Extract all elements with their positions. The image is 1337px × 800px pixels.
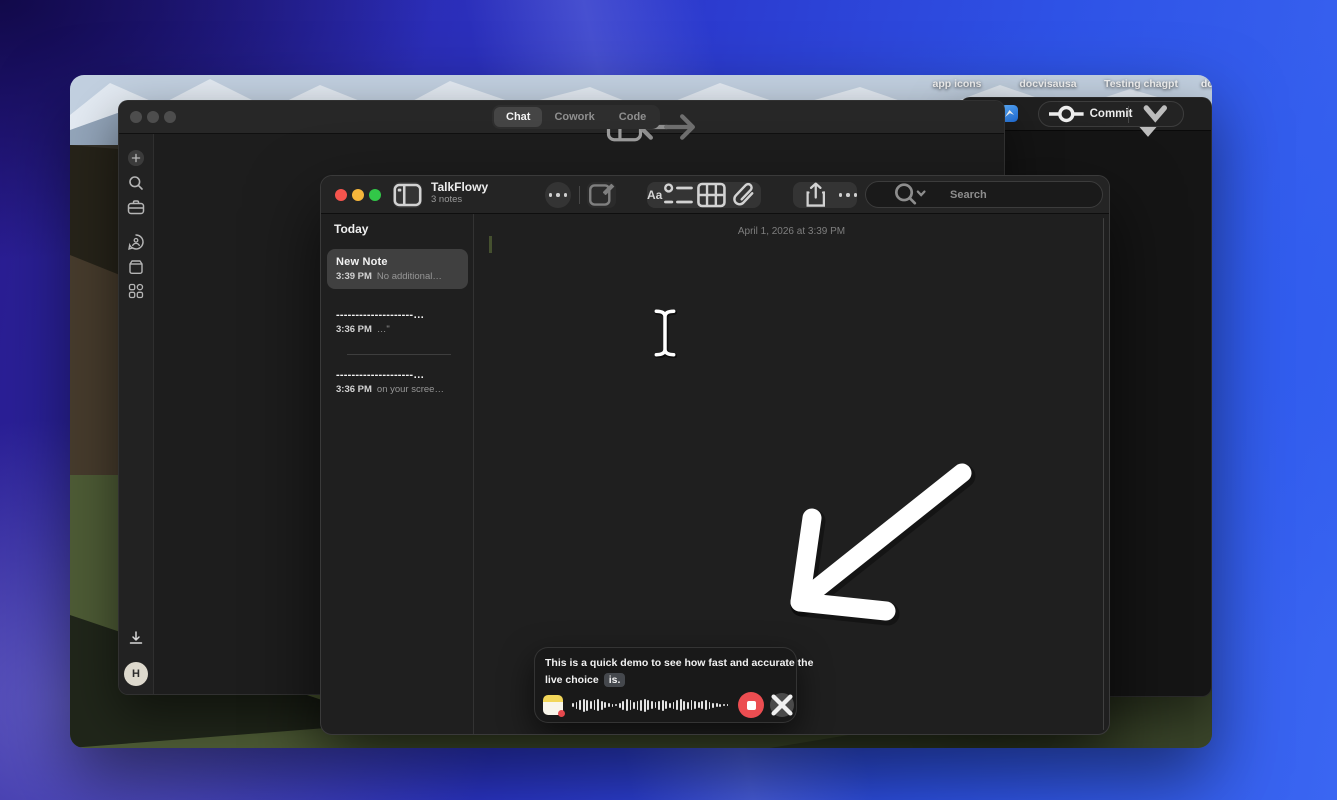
waveform bbox=[572, 696, 728, 714]
ghost-icon[interactable] bbox=[980, 109, 1005, 141]
chat-mode-tabs: Chat Cowork Code bbox=[492, 105, 660, 129]
background-tab-title[interactable]: dc bbox=[1201, 78, 1212, 90]
sidebar-toggle-button[interactable] bbox=[393, 182, 422, 208]
window-title-block: TalkFlowy 3 notes bbox=[431, 181, 488, 206]
git-commit-icon bbox=[1049, 102, 1084, 126]
text-format-button[interactable]: Aa bbox=[647, 188, 662, 202]
briefcase-icon[interactable] bbox=[128, 200, 145, 215]
note-time: 3:39 PM bbox=[336, 271, 372, 282]
stop-icon bbox=[747, 701, 756, 710]
shared-screen-window: app icons docvisausa Testing chagpt dc C… bbox=[70, 75, 1212, 748]
toolbar-divider bbox=[1128, 106, 1129, 123]
zoom-button[interactable] bbox=[164, 111, 176, 123]
note-snippet: on your scree… bbox=[377, 384, 444, 395]
share-icon[interactable] bbox=[793, 182, 839, 208]
support-chat-icon[interactable] bbox=[128, 234, 145, 251]
recording-overlay: This is a quick demo to see how fast and… bbox=[534, 647, 797, 723]
apps-grid-icon[interactable] bbox=[129, 284, 144, 299]
tab-chat[interactable]: Chat bbox=[494, 107, 542, 127]
transcript-line-2: live choice is. bbox=[545, 673, 786, 687]
toolbar-divider bbox=[579, 186, 580, 204]
note-time: 3:36 PM bbox=[336, 324, 372, 335]
close-button[interactable] bbox=[130, 111, 142, 123]
background-tab-title[interactable]: app icons bbox=[932, 78, 981, 90]
note-snippet: No additional… bbox=[377, 271, 442, 282]
note-date: April 1, 2026 at 3:39 PM bbox=[474, 226, 1109, 237]
paperclip-icon[interactable] bbox=[728, 182, 761, 208]
note-list-item[interactable]: --------------------… 3:36 PM on your scr… bbox=[327, 344, 468, 402]
minimize-button[interactable] bbox=[352, 189, 364, 201]
transcript-line-1: This is a quick demo to see how fast and… bbox=[545, 657, 786, 669]
chat-titlebar: Chat Cowork Code bbox=[119, 101, 1004, 134]
text-caret bbox=[489, 236, 492, 253]
minimize-button[interactable] bbox=[147, 111, 159, 123]
note-title: --------------------… bbox=[336, 309, 459, 321]
sidebar-toggle-icon bbox=[393, 182, 422, 208]
recording-controls bbox=[543, 692, 788, 718]
desktop: app icons docvisausa Testing chagpt dc C… bbox=[0, 0, 1337, 800]
note-list-item[interactable]: --------------------… 3:36 PM …" bbox=[327, 302, 468, 342]
search-field[interactable] bbox=[865, 181, 1103, 208]
scrollbar[interactable] bbox=[1103, 218, 1105, 730]
transcript-text: live choice bbox=[545, 674, 599, 686]
more-options-button[interactable] bbox=[545, 182, 571, 208]
zoom-button[interactable] bbox=[369, 189, 381, 201]
chat-sidebar: H bbox=[119, 134, 154, 695]
share-group bbox=[793, 182, 857, 208]
checklist-icon[interactable] bbox=[662, 182, 695, 208]
notes-toolbar: TalkFlowy 3 notes Aa bbox=[321, 176, 1109, 214]
live-word-highlight: is. bbox=[604, 673, 626, 687]
notes-count: 3 notes bbox=[431, 195, 488, 206]
background-tab-title[interactable]: docvisausa bbox=[1019, 78, 1076, 90]
close-button[interactable] bbox=[335, 189, 347, 201]
compose-button[interactable] bbox=[587, 182, 616, 208]
new-chat-button[interactable] bbox=[128, 150, 145, 167]
section-header: Today bbox=[334, 222, 368, 236]
table-icon[interactable] bbox=[695, 182, 728, 208]
hand-drawn-arrow bbox=[770, 430, 1000, 640]
tab-cowork[interactable]: Cowork bbox=[542, 107, 606, 127]
notes-app-icon bbox=[543, 695, 563, 715]
text-cursor bbox=[650, 308, 680, 358]
tab-code[interactable]: Code bbox=[607, 107, 659, 127]
more-actions-button[interactable] bbox=[839, 193, 858, 197]
history-icon[interactable] bbox=[1199, 106, 1212, 138]
stop-recording-button[interactable] bbox=[738, 692, 764, 718]
avatar-initial: H bbox=[132, 668, 140, 680]
cancel-recording-button[interactable] bbox=[770, 693, 794, 717]
note-title: --------------------… bbox=[336, 369, 459, 381]
note-title: New Note bbox=[336, 256, 459, 268]
search-input[interactable] bbox=[950, 189, 1092, 201]
search-icon[interactable] bbox=[128, 175, 144, 191]
compose-icon bbox=[587, 182, 616, 208]
download-icon[interactable] bbox=[129, 631, 144, 646]
commit-button-label: Commit bbox=[1090, 108, 1133, 120]
background-tab-title[interactable]: Testing chagpt bbox=[1104, 78, 1178, 90]
user-avatar[interactable]: H bbox=[124, 662, 148, 686]
close-icon bbox=[770, 693, 794, 717]
app-title: TalkFlowy bbox=[431, 181, 488, 195]
note-time: 3:36 PM bbox=[336, 384, 372, 395]
format-tools-group: Aa bbox=[647, 182, 761, 208]
ellipsis-icon bbox=[549, 193, 568, 197]
search-icon bbox=[876, 182, 944, 207]
note-list-item[interactable]: New Note 3:39 PM No additional… bbox=[327, 249, 468, 289]
note-snippet: …" bbox=[377, 324, 390, 335]
notes-list-panel: Today New Note 3:39 PM No additional… ---… bbox=[321, 214, 474, 735]
archive-box-icon[interactable] bbox=[128, 260, 144, 275]
